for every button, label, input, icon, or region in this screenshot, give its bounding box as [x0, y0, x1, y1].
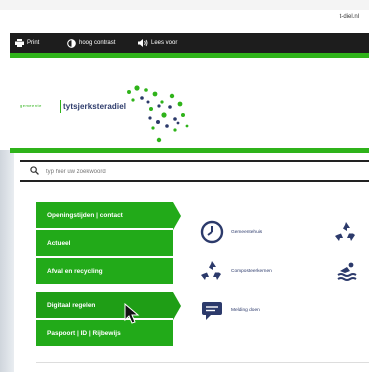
high-contrast-label: hoog contrast	[79, 40, 116, 46]
content-divider	[36, 362, 369, 363]
search-icon[interactable]	[30, 166, 39, 175]
logo-divider	[10, 148, 369, 153]
printer-icon	[14, 38, 24, 48]
quicklink-partial-1[interactable]	[333, 219, 359, 245]
quicklink-label: Gemeentehuis	[231, 229, 263, 235]
quicklink-melding-doen[interactable]: Melding doen	[199, 297, 260, 323]
quicklink-label: Melding doen	[231, 307, 260, 313]
search-input[interactable]	[44, 164, 348, 180]
quicklink-gemeentehuis[interactable]: Gemeentehuis	[199, 219, 262, 245]
nav-item-actueel[interactable]: Actueel	[36, 230, 173, 258]
recycle-icon	[333, 219, 359, 245]
top-strip	[0, 0, 369, 10]
quicklink-label: Composteerkernen	[231, 268, 272, 274]
recycle-icon	[199, 258, 225, 284]
nav-item-paspoort[interactable]: Paspoort | ID | Rijbewijs	[36, 320, 173, 348]
logo-small-text: gemeente	[20, 103, 42, 108]
swimming-icon	[335, 258, 361, 284]
read-aloud-label: Lees voor	[151, 40, 178, 46]
quicklink-partial-2[interactable]	[335, 258, 361, 284]
logo-separator	[60, 100, 61, 113]
clock-icon	[199, 219, 225, 245]
accessibility-toolbar: Print hoog contrast Lees voor	[10, 33, 369, 53]
print-button[interactable]: Print	[14, 37, 39, 49]
mouse-cursor-icon	[124, 303, 140, 324]
contrast-icon	[66, 38, 76, 48]
nav-item-label: Actueel	[47, 239, 71, 247]
nav-item-label: Paspoort | ID | Rijbewijs	[47, 329, 121, 337]
quicklink-composteerkernen[interactable]: Composteerkernen	[199, 258, 272, 284]
high-contrast-button[interactable]: hoog contrast	[66, 37, 115, 49]
print-label: Print	[27, 40, 40, 46]
left-margin	[0, 150, 14, 372]
message-icon	[199, 297, 225, 323]
nav-item-openingstijden[interactable]: Openingstijden | contact	[36, 202, 181, 230]
speaker-icon	[138, 38, 148, 48]
page: t-diel.nl Print hoog contrast Lees voor …	[0, 0, 369, 372]
nav-item-label: Digitaal regelen	[47, 301, 96, 309]
arrow-right-icon	[173, 202, 181, 230]
site-domain: t-diel.nl	[339, 14, 359, 20]
nav-item-afval-en-recycling[interactable]: Afval en recycling	[36, 258, 173, 286]
nav-item-label: Openingstijden | contact	[47, 211, 123, 219]
arrow-right-icon	[173, 292, 181, 320]
logo-dots-icon	[127, 85, 189, 143]
header-divider	[10, 53, 369, 58]
nav-item-label: Afval en recycling	[47, 267, 103, 275]
search-bar	[20, 160, 369, 182]
nav-item-digitaal-regelen[interactable]: Digitaal regelen	[36, 292, 181, 320]
read-aloud-button[interactable]: Lees voor	[138, 37, 177, 49]
